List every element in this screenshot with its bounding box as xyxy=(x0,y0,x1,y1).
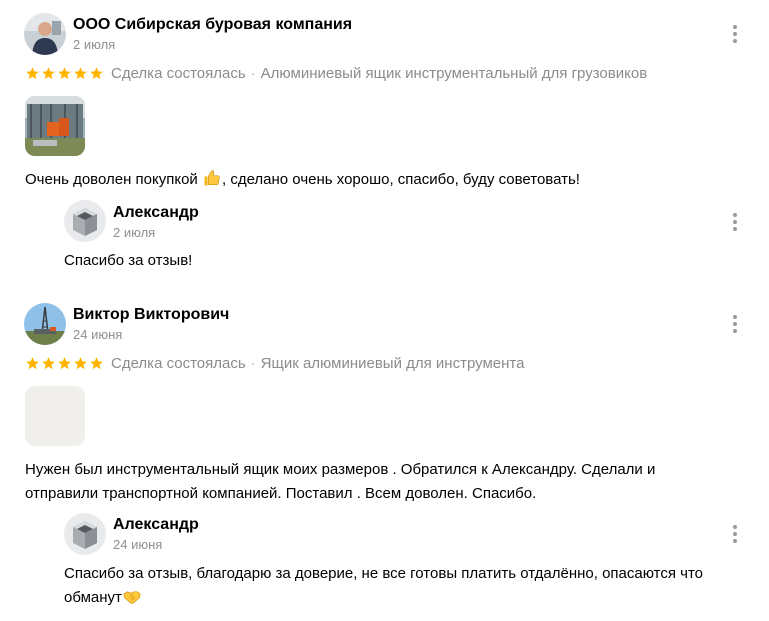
more-options-icon[interactable] xyxy=(727,211,743,233)
star-icon xyxy=(58,356,71,369)
deal-status: Сделка состоялась xyxy=(111,64,246,82)
separator: · xyxy=(250,64,256,82)
thumbs-up-icon xyxy=(203,169,221,195)
deal-status: Сделка состоялась xyxy=(111,354,246,372)
reply-text: Спасибо за отзыв, благодарю за доверие, … xyxy=(64,562,703,613)
product-link[interactable]: Алюминиевый ящик инструментальный для гр… xyxy=(261,65,647,82)
reviewer-avatar[interactable] xyxy=(24,303,66,345)
review-text-line: отправили транспортной компанией. Постав… xyxy=(25,485,537,502)
star-rating xyxy=(25,66,104,81)
seller-name[interactable]: Александр xyxy=(113,515,199,535)
review-date: 2 июля xyxy=(73,37,116,52)
star-icon xyxy=(74,66,87,79)
reviewer-name[interactable]: ООО Сибирская буровая компания xyxy=(73,15,352,35)
star-rating xyxy=(25,356,104,371)
reviewer-name[interactable]: Виктор Викторович xyxy=(73,305,229,325)
review-photo-placeholder[interactable] xyxy=(25,386,85,446)
star-icon xyxy=(90,66,103,79)
seller-avatar[interactable] xyxy=(64,200,106,242)
product-link[interactable]: Ящик алюминиевый для инструмента xyxy=(261,355,525,372)
rating-line: Сделка состоялась · Ящик алюминиевый для… xyxy=(25,353,524,373)
reply-text-line: Спасибо за отзыв, благодарю за доверие, … xyxy=(64,565,704,582)
seller-name[interactable]: Александр xyxy=(113,203,199,223)
star-icon xyxy=(58,66,71,79)
reply-text-part: обманут xyxy=(64,589,122,606)
more-options-icon[interactable] xyxy=(727,523,743,545)
rating-line: Сделка состоялась · Алюминиевый ящик инс… xyxy=(25,63,647,83)
star-icon xyxy=(42,66,55,79)
review-text-part: , сделано очень хорошо, спасибо, буду со… xyxy=(221,171,580,188)
reply-text: Спасибо за отзыв! xyxy=(64,252,193,269)
reply-date: 24 июня xyxy=(113,537,163,552)
star-icon xyxy=(90,356,103,369)
review-text: Очень доволен покупкой , сделано очень х… xyxy=(25,168,580,195)
star-icon xyxy=(26,66,39,79)
handshake-icon xyxy=(123,589,141,613)
review-text: Нужен был инструментальный ящик моих раз… xyxy=(25,458,655,506)
more-options-icon[interactable] xyxy=(727,313,743,335)
review-photo[interactable] xyxy=(25,96,85,156)
review-text-part: Очень доволен покупкой xyxy=(25,171,202,188)
star-icon xyxy=(42,356,55,369)
star-icon xyxy=(74,356,87,369)
review-text-line: Нужен был инструментальный ящик моих раз… xyxy=(25,461,656,478)
reviewer-avatar[interactable] xyxy=(24,13,66,55)
separator: · xyxy=(250,354,256,372)
seller-avatar[interactable] xyxy=(64,513,106,555)
review-date: 24 июня xyxy=(73,327,123,342)
more-options-icon[interactable] xyxy=(727,23,743,45)
reply-text-line: обманут xyxy=(64,586,703,613)
reply-date: 2 июля xyxy=(113,225,156,240)
star-icon xyxy=(26,356,39,369)
